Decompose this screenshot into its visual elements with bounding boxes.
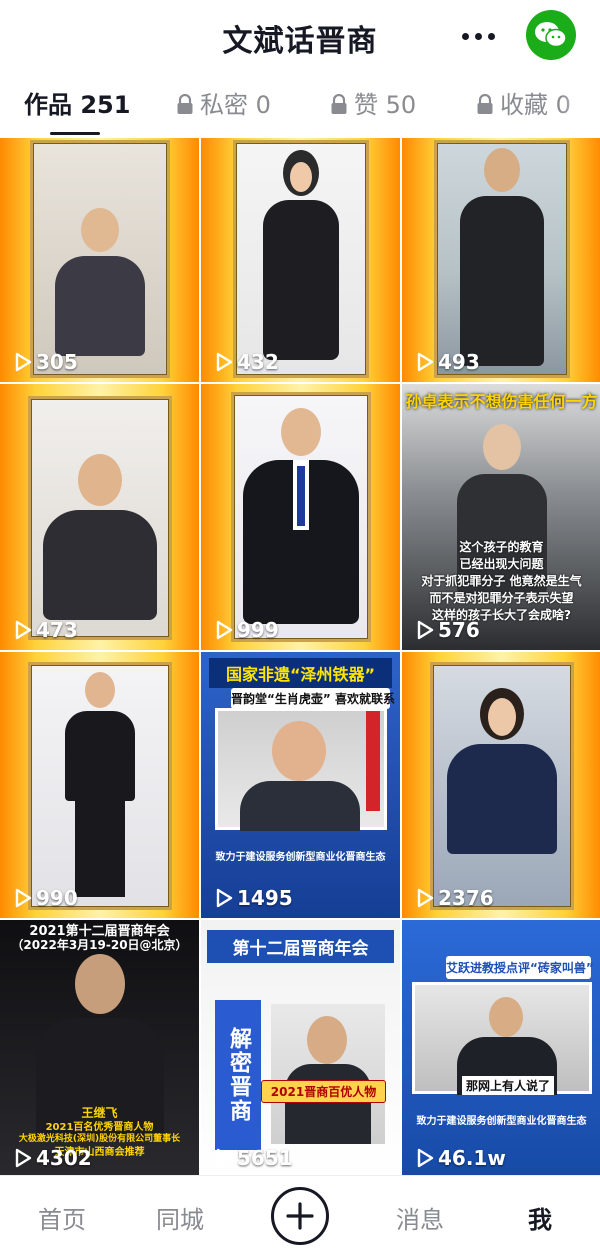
video-thumbnail[interactable]: 国家非遗“泽州铁器” 晋韵堂“生肖虎壶” 喜欢就联系 致力于建设服务创新型商业化… [201,652,400,918]
person-figure [452,148,552,373]
video-inset [271,1004,385,1144]
nav-nearby[interactable]: 同城 [156,1200,204,1235]
side-banner-text: 解密晋商 [226,1027,251,1123]
video-thumbnail[interactable]: 999 [201,384,400,650]
view-count-label: 576 [438,618,480,642]
view-count-label: 493 [438,350,480,374]
view-count-label: 999 [237,618,279,642]
view-count: 1495 [215,886,293,910]
top-bar: 文斌话晋商 [0,0,600,72]
play-icon [216,620,233,640]
view-count-label: 2376 [438,886,494,910]
bottom-nav: 首页 同城 消息 我 [0,1175,600,1256]
lock-icon [331,94,347,114]
view-count: 999 [215,618,279,642]
subtitle-line: 这个孩子的教育 [459,540,544,554]
page-title: 文斌话晋商 [222,24,378,59]
video-banner: 艾跃进教授点评“砖家叫兽” [446,956,594,979]
video-thumbnail[interactable]: 2376 [402,652,600,918]
play-icon [417,1148,434,1168]
tab-fade [560,72,600,138]
person-figure [50,208,150,358]
tab-favorites[interactable]: 收藏 0 [476,88,571,122]
video-caption-top: 孙卓表示不想伤害任何一方 [405,392,598,411]
tab-likes[interactable]: 赞 50 [330,88,416,122]
view-count-label: 473 [36,618,78,642]
video-thumbnail[interactable]: 第十二届晋商年会 解密晋商 2021晋商百优人物 5651 [201,920,400,1178]
subtitle-line: 对于抓犯罪分子 他竟然是生气 [421,574,582,588]
person-figure [241,408,361,628]
nav-me[interactable]: 我 [528,1200,552,1235]
view-count: 493 [416,350,480,374]
subtitle-line: 已经出现大问题 [459,557,544,571]
video-thumbnail[interactable]: 2021第十二届晋商年会 （2022年3月19-20日@北京） 王继飞 2021… [0,920,199,1178]
video-thumbnail[interactable]: 990 [0,652,199,918]
view-count-label: 990 [36,886,78,910]
profile-tabs: 作品 251 私密 0 赞 50 收藏 0 [0,72,600,138]
play-icon [15,620,32,640]
video-banner: 国家非遗“泽州铁器” [209,658,392,688]
award-badge: 2021晋商百优人物 [261,1080,386,1103]
side-banner: 解密晋商 [215,1000,261,1150]
video-headline: 第十二届晋商年会 [207,930,394,963]
view-count: 990 [14,886,78,910]
view-count: 473 [14,618,78,642]
video-thumbnail[interactable]: 孙卓表示不想伤害任何一方 这个孩子的教育 已经出现大问题 对于抓犯罪分子 他竟然… [402,384,600,650]
view-count-label: 46.1w [438,1146,506,1170]
subtitle-line: 而不是对犯罪分子表示失望 [429,591,574,605]
play-icon [216,888,233,908]
tab-label: 私密 0 [200,91,271,119]
add-button[interactable] [271,1187,329,1245]
nav-messages[interactable]: 消息 [396,1200,444,1235]
view-count: 576 [416,618,480,642]
video-subtitles: 这个孩子的教育 已经出现大问题 对于抓犯罪分子 他竟然是生气 而不是对犯罪分子表… [402,538,600,623]
play-icon [216,1148,233,1168]
play-icon [15,1148,32,1168]
view-count-label: 5651 [237,1146,293,1170]
video-grid: 305 432 493 473 999 孙卓表示不想伤害任何一方 这个孩子的教育… [0,138,600,1178]
video-footer: 致力于建设服务创新型商业化晋商生态 [416,1116,587,1127]
person-figure [55,672,145,902]
play-icon [216,352,233,372]
add-icon [286,1202,314,1230]
video-subbanner: 晋韵堂“生肖虎壶” 喜欢就联系 [231,688,395,709]
tab-label: 赞 50 [354,91,417,119]
play-icon [15,352,32,372]
tab-label: 作品 251 [24,91,131,119]
play-icon [417,888,434,908]
nav-home[interactable]: 首页 [38,1200,86,1235]
video-thumbnail[interactable]: 432 [201,138,400,382]
view-count: 432 [215,350,279,374]
person-figure [251,150,351,370]
view-count-label: 432 [237,350,279,374]
video-headline-date: （2022年3月19-20日@北京） [11,938,188,952]
view-count: 5651 [215,1146,293,1170]
lock-icon [477,94,493,114]
view-count-label: 4302 [36,1146,92,1170]
more-dots-icon[interactable] [456,18,500,54]
wechat-icon[interactable] [526,10,576,60]
view-count: 305 [14,350,78,374]
tab-private[interactable]: 私密 0 [176,88,271,122]
video-inset [215,708,387,831]
video-subtitle: 那网上有人说了 [462,1076,555,1095]
tab-underline [50,132,100,135]
video-thumbnail[interactable]: 473 [0,384,199,650]
lock-icon [177,94,193,114]
view-count-label: 1495 [237,886,293,910]
play-icon [15,888,32,908]
tab-works[interactable]: 作品 251 [24,88,130,122]
view-count: 46.1w [416,1146,506,1170]
video-thumbnail[interactable]: 493 [402,138,600,382]
view-count: 2376 [416,886,494,910]
video-footer: 致力于建设服务创新型商业化晋商生态 [215,852,386,863]
play-icon [417,352,434,372]
video-thumbnail[interactable]: 艾跃进教授点评“砖家叫兽” 那网上有人说了 致力于建设服务创新型商业化晋商生态 … [402,920,600,1178]
view-count-label: 305 [36,350,78,374]
play-icon [417,620,434,640]
video-thumbnail[interactable]: 305 [0,138,199,382]
person-figure [40,454,160,634]
view-count: 4302 [14,1146,92,1170]
person-figure [442,688,562,888]
